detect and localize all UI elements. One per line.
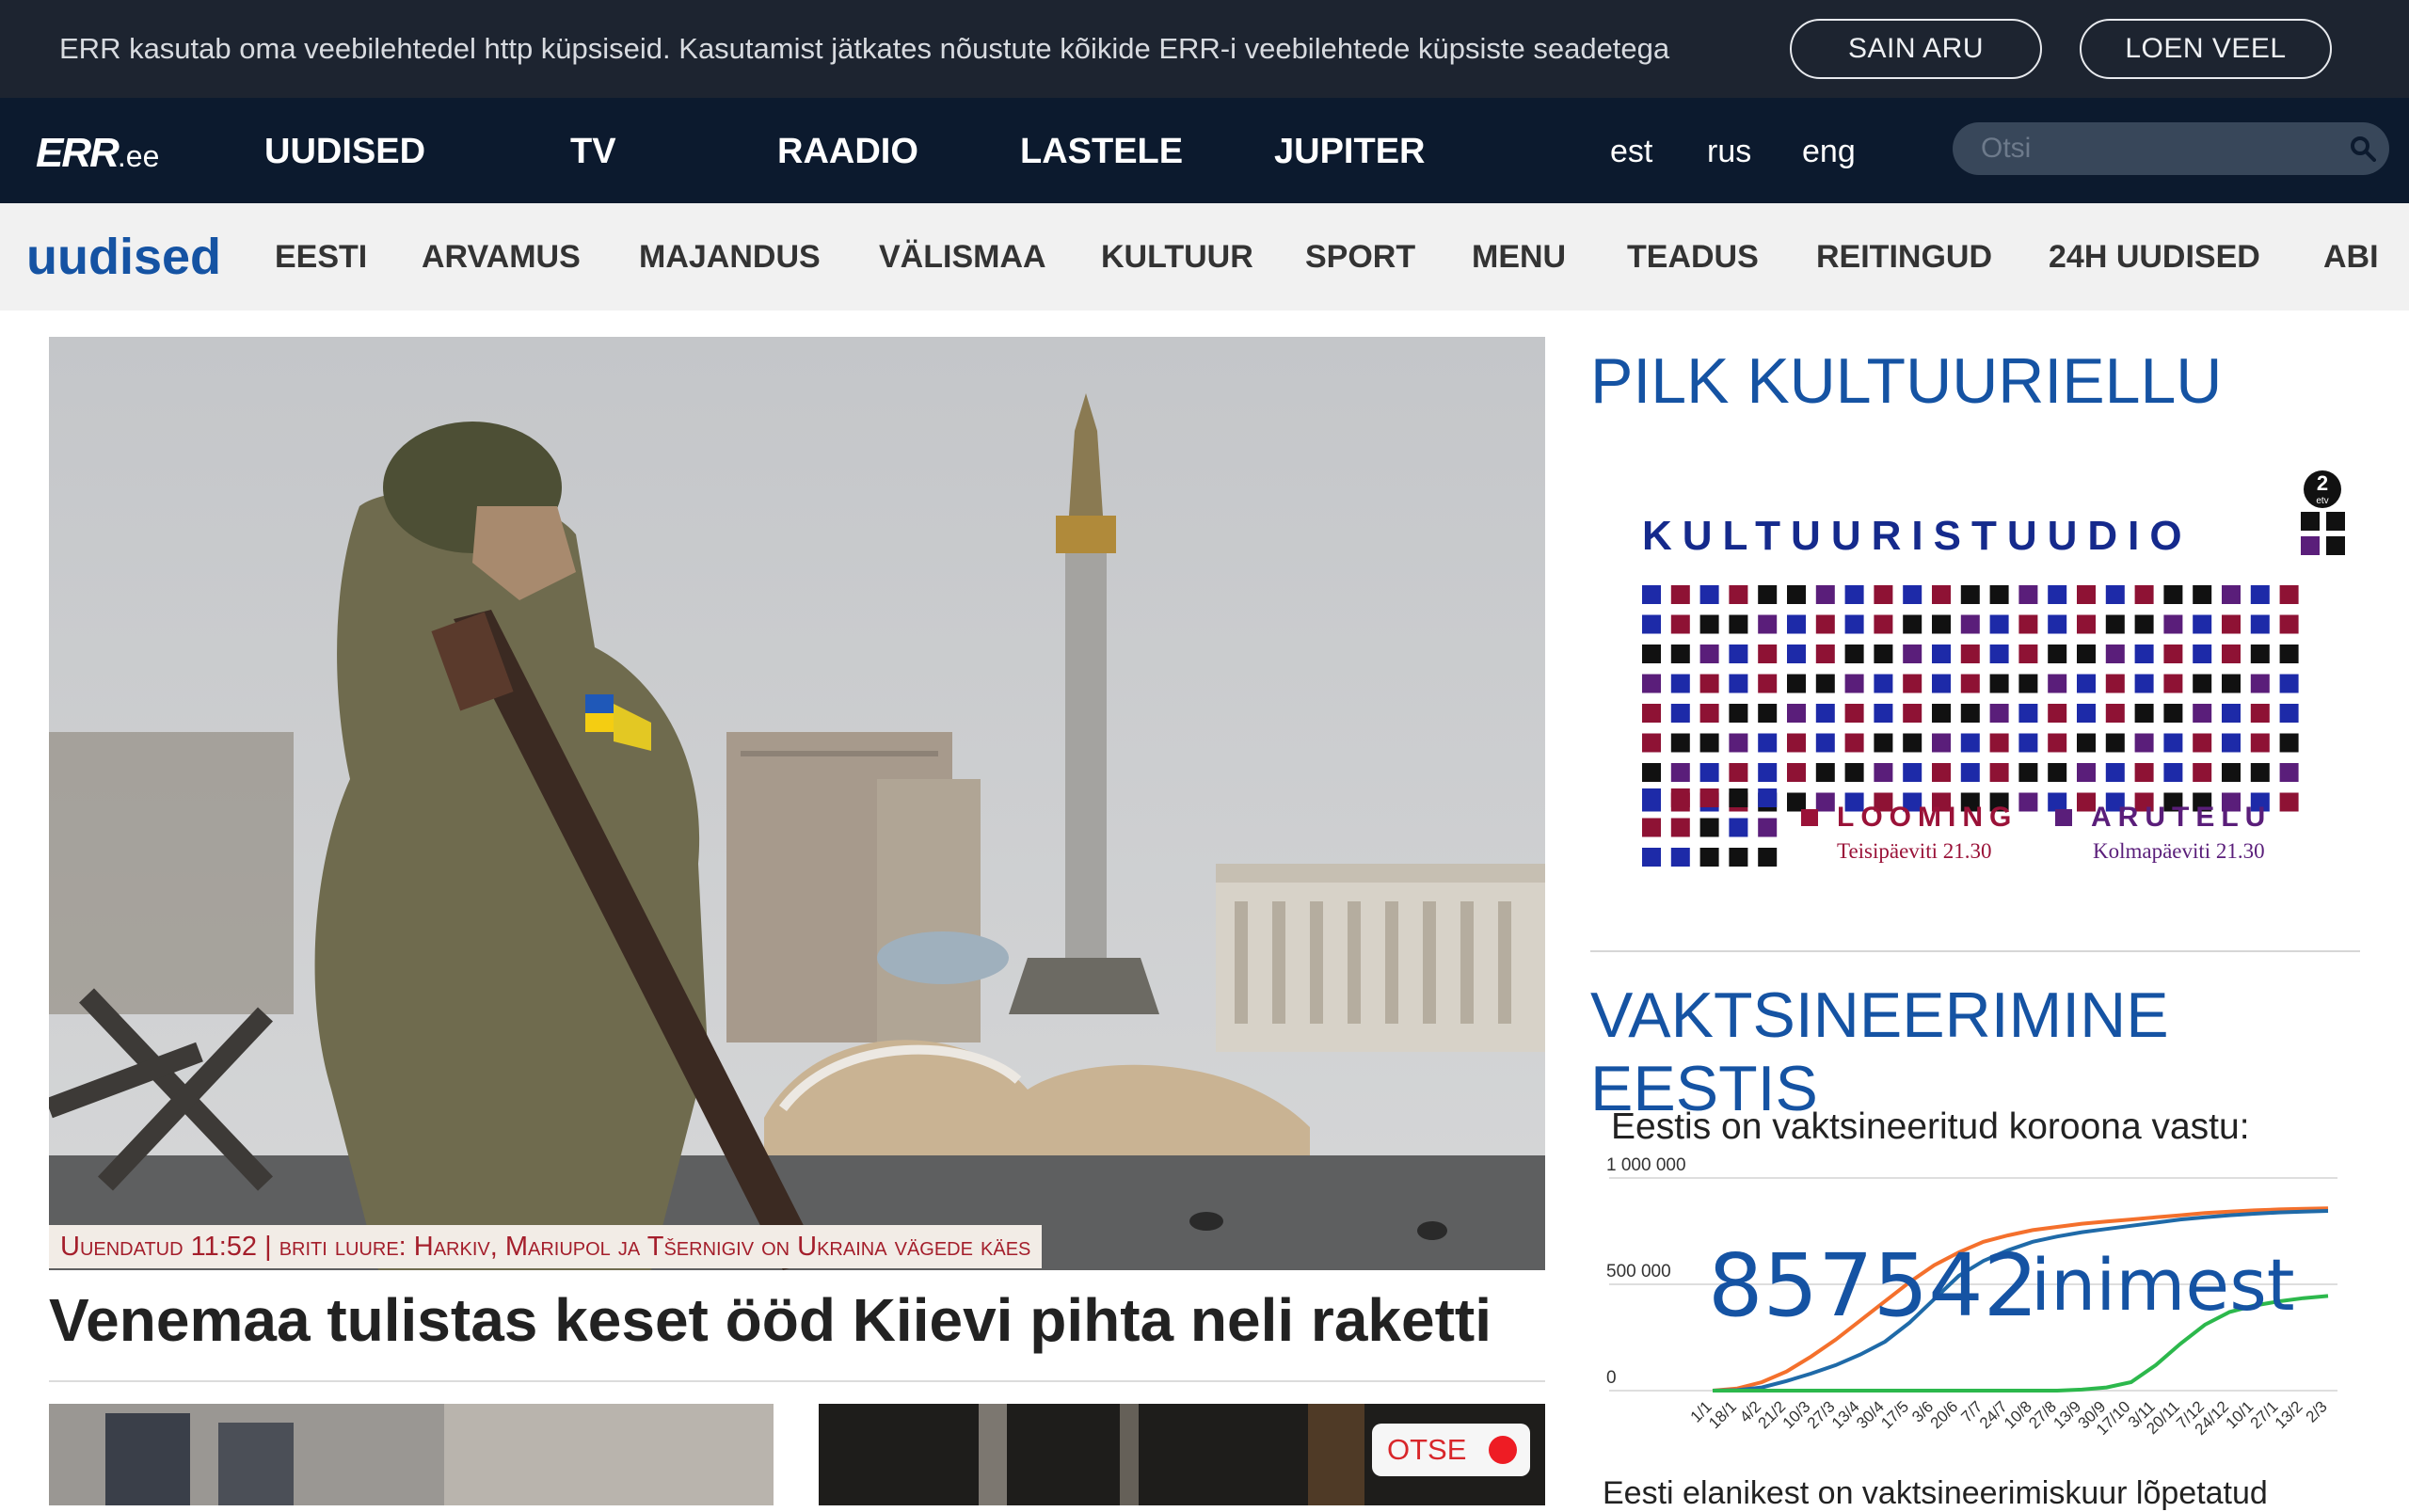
vaccinated-count: 857542	[1708, 1235, 2038, 1336]
nav-item-jupiter[interactable]: JUPITER	[1274, 132, 1425, 172]
promo-graphic: 2 etv KULTUURISTUUDIO LOOMING Teisipäevi…	[1642, 470, 2345, 867]
cookie-accept-button[interactable]: SAIN ARU	[1790, 19, 2042, 79]
sec-item-sport[interactable]: SPORT	[1305, 239, 1415, 276]
chart-y-tick-label: 0	[1606, 1368, 1617, 1388]
culture-section-title[interactable]: PILK KULTUURIELLU	[1590, 344, 2222, 418]
svg-text:etv: etv	[2316, 496, 2328, 506]
vaccination-chart: 1 000 000 500 000 0 1/1 18/1 4/2 21/2 10/3 27/3 1…	[1590, 1155, 2360, 1440]
cookie-text: ERR kasutab oma veebilehtedel http küpsi…	[59, 32, 1670, 65]
lang-eng[interactable]: eng	[1802, 134, 1856, 170]
kultuuristuudio-promo[interactable]: 2 etv KULTUURISTUUDIO LOOMING Teisipäevi…	[1590, 459, 2360, 901]
svg-text:Teisipäeviti 21.30: Teisipäeviti 21.30	[1837, 839, 1991, 863]
sec-item-kultuur[interactable]: KULTUUR	[1101, 239, 1253, 276]
chart-y-tick-label: 500 000	[1606, 1262, 1671, 1281]
chart-x-tick-label: 17/5	[1877, 1397, 1912, 1432]
divider	[49, 1380, 1545, 1382]
sec-item-reitingud[interactable]: REITINGUD	[1816, 239, 1992, 276]
nav-item-raadio[interactable]: RAADIO	[777, 132, 918, 172]
vaccination-subtitle: Eestis on vaktsineeritud koroona vastu:	[1611, 1106, 2250, 1147]
nav-item-lastele[interactable]: LASTELE	[1020, 132, 1183, 172]
nav-item-uudised[interactable]: UUDISED	[264, 132, 425, 172]
lang-rus[interactable]: rus	[1707, 134, 1751, 170]
svg-text:Kolmapäeviti 21.30: Kolmapäeviti 21.30	[2093, 839, 2265, 863]
sec-item-valismaa[interactable]: VÄLISMAA	[879, 239, 1046, 276]
hero-photo	[49, 337, 1545, 1270]
main-navigation: ERR.ee UUDISED TV RAADIO LASTELE JUPITER…	[0, 98, 2409, 203]
section-navigation: uudised EESTI ARVAMUS MAJANDUS VÄLISMAA …	[0, 203, 2409, 310]
side-divider	[1590, 950, 2360, 952]
search-input[interactable]	[1981, 130, 2338, 167]
hero-image[interactable]	[49, 337, 1545, 1270]
promo-title: KULTUURISTUUDIO	[1642, 513, 2193, 559]
etv2-logo: 2 etv	[2304, 470, 2341, 508]
sec-item-arvamus[interactable]: ARVAMUS	[422, 239, 581, 276]
vaccination-bottom-text: Eesti elanikest on vaktsineerimiskuur lõ…	[1603, 1475, 2268, 1511]
svg-text:ARUTELU: ARUTELU	[2091, 802, 2272, 833]
cookie-banner: ERR kasutab oma veebilehtedel http küpsi…	[0, 0, 2409, 98]
vaccinated-unit: inimest	[2031, 1243, 2295, 1327]
hero-headline[interactable]: Venemaa tulistas keset ööd Kiievi pihta …	[49, 1285, 1492, 1355]
news-thumb-left[interactable]	[49, 1404, 774, 1505]
chart-x-tick-label: 2/3	[2303, 1397, 2331, 1425]
hero-caption[interactable]: Uuendatud 11:52 | briti luure: Harkiv, M…	[49, 1225, 1043, 1268]
chart-x-tick-label: 20/6	[1927, 1397, 1962, 1432]
vaccination-section-title[interactable]: VAKTSINEERIMINE EESTIS	[1590, 979, 2409, 1125]
nav-item-tv[interactable]: TV	[570, 132, 616, 172]
sec-item-abi[interactable]: ABI	[2323, 239, 2379, 276]
chart-svg: 1 000 000500 00001/118/14/221/210/327/31…	[1606, 1155, 2337, 1439]
live-badge[interactable]: OTSE	[1372, 1424, 1530, 1476]
chart-x-tick-label: 18/1	[1705, 1397, 1740, 1432]
sec-item-menu[interactable]: MENU	[1472, 239, 1566, 276]
logo-suffix: .ee	[117, 139, 160, 173]
sec-item-majandus[interactable]: MAJANDUS	[639, 239, 821, 276]
uudised-logo[interactable]: uudised	[26, 228, 221, 286]
search-icon[interactable]	[2350, 135, 2376, 162]
sec-item-teadus[interactable]: TEADUS	[1627, 239, 1759, 276]
sec-item-24h-uudised[interactable]: 24H UUDISED	[2049, 239, 2260, 276]
live-dot-icon	[1489, 1436, 1517, 1464]
thumb-photo	[49, 1404, 774, 1505]
lang-est[interactable]: est	[1610, 134, 1652, 170]
cookie-more-button[interactable]: LOEN VEEL	[2080, 19, 2332, 79]
sec-item-eesti[interactable]: EESTI	[275, 239, 367, 276]
live-label: OTSE	[1387, 1433, 1467, 1466]
svg-text:LOOMING: LOOMING	[1837, 802, 2018, 833]
search-box	[1953, 122, 2389, 175]
err-logo[interactable]: ERR.ee	[36, 130, 159, 177]
chart-y-tick-label: 1 000 000	[1606, 1157, 1686, 1175]
chart-x-tick-label: 13/2	[2272, 1397, 2306, 1432]
svg-text:2: 2	[2317, 471, 2328, 495]
logo-text: ERR	[36, 130, 120, 176]
